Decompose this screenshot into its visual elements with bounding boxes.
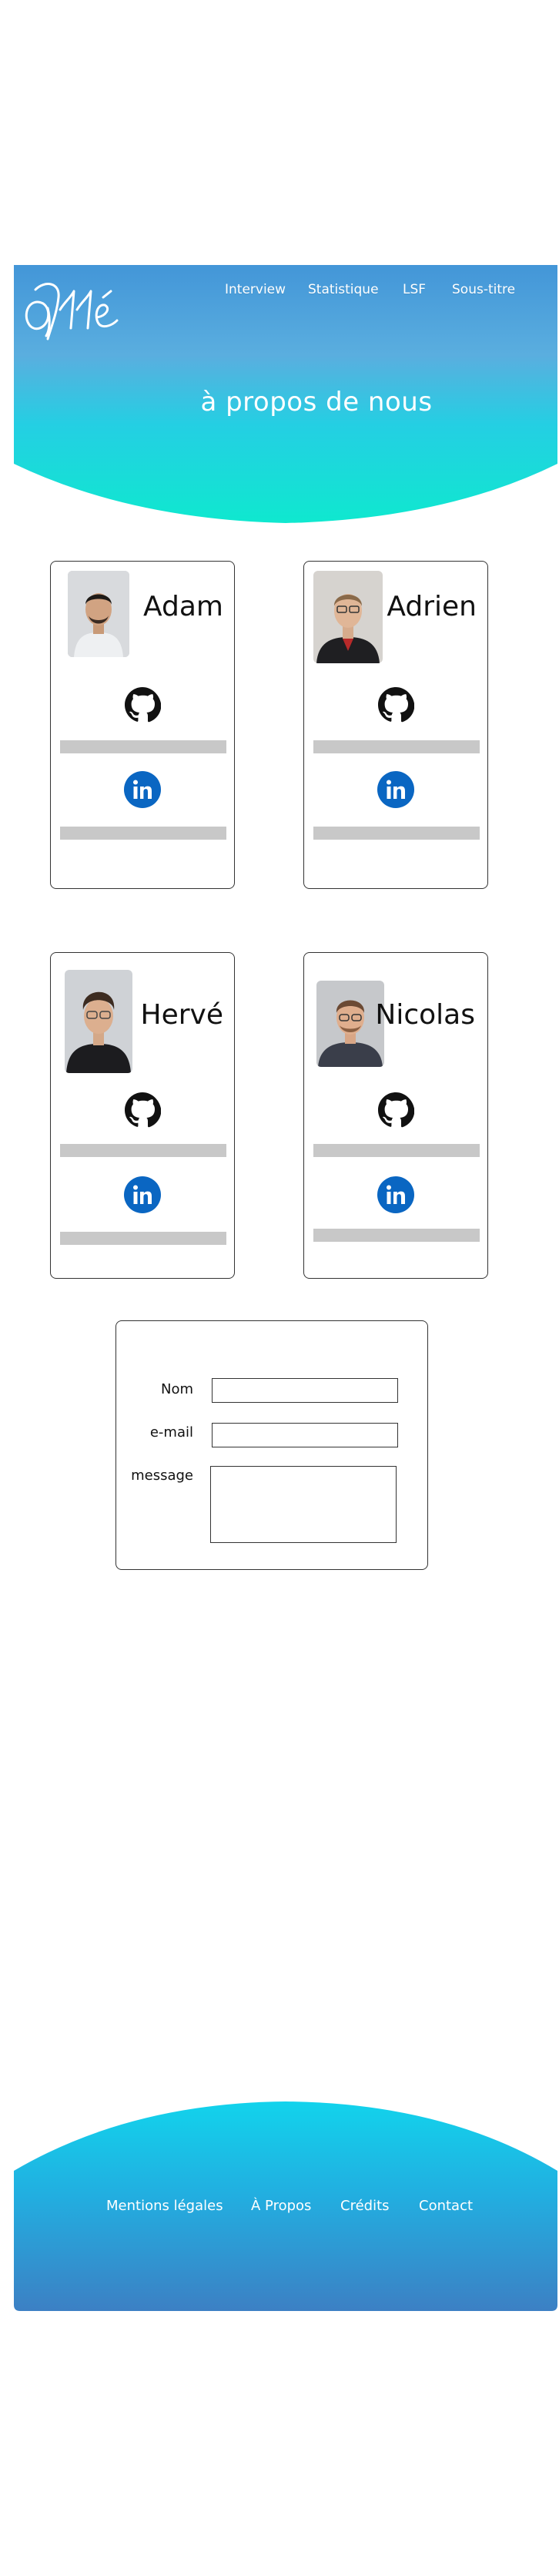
member-card-adam: Adam — [50, 561, 235, 889]
placeholder-bar — [60, 740, 226, 753]
nav-item-statistique[interactable]: Statistique — [308, 282, 379, 297]
member-name: Adam — [143, 591, 223, 622]
placeholder-bar — [313, 1144, 480, 1157]
placeholder-bar — [313, 1229, 480, 1242]
message-field[interactable] — [210, 1466, 397, 1543]
message-label: message — [131, 1467, 193, 1484]
linkedin-icon[interactable] — [377, 1176, 414, 1213]
footer: Mentions légales À Propos Crédits Contac… — [14, 2095, 557, 2311]
main-nav: Interview Statistique LSF Sous-titre — [219, 282, 557, 305]
member-photo-nicolas — [316, 981, 384, 1067]
nav-item-lsf[interactable]: LSF — [403, 282, 426, 297]
header: Interview Statistique LSF Sous-titre à p… — [14, 265, 557, 527]
nav-item-interview[interactable]: Interview — [225, 282, 286, 297]
github-icon[interactable] — [124, 1092, 161, 1129]
member-card-adrien: Adrien — [303, 561, 488, 889]
footer-link-contact[interactable]: Contact — [419, 2198, 473, 2214]
email-field[interactable] — [212, 1423, 398, 1447]
member-photo-adrien — [313, 571, 383, 663]
github-icon[interactable] — [377, 686, 414, 723]
member-card-herve: Hervé — [50, 952, 235, 1279]
placeholder-bar — [60, 1144, 226, 1157]
placeholder-bar — [313, 827, 480, 840]
page-title: à propos de nous — [200, 387, 433, 418]
nav-item-sous-titre[interactable]: Sous-titre — [452, 282, 515, 297]
footer-link-credits[interactable]: Crédits — [340, 2198, 390, 2214]
linkedin-icon[interactable] — [377, 771, 414, 808]
member-card-nicolas: Nicolas — [303, 952, 488, 1279]
footer-link-mentions-legales[interactable]: Mentions légales — [106, 2198, 223, 2214]
github-icon[interactable] — [377, 1092, 414, 1129]
contact-form: Nom e-mail message — [115, 1320, 428, 1570]
member-name: Adrien — [387, 591, 477, 622]
member-name: Hervé — [140, 999, 223, 1031]
linkedin-icon[interactable] — [124, 771, 161, 808]
name-label: Nom — [160, 1381, 193, 1397]
github-icon[interactable] — [124, 686, 161, 723]
placeholder-bar — [313, 740, 480, 753]
linkedin-icon[interactable] — [124, 1176, 161, 1213]
member-name: Nicolas — [375, 999, 475, 1031]
member-photo-herve — [65, 970, 132, 1073]
email-label: e-mail — [149, 1424, 193, 1441]
footer-link-a-propos[interactable]: À Propos — [251, 2198, 311, 2214]
name-field[interactable] — [212, 1378, 398, 1403]
placeholder-bar — [60, 1232, 226, 1245]
footer-nav: Mentions légales À Propos Crédits Contac… — [14, 2198, 557, 2221]
member-photo-adam — [68, 571, 129, 657]
site-logo[interactable] — [20, 274, 128, 344]
placeholder-bar — [60, 827, 226, 840]
